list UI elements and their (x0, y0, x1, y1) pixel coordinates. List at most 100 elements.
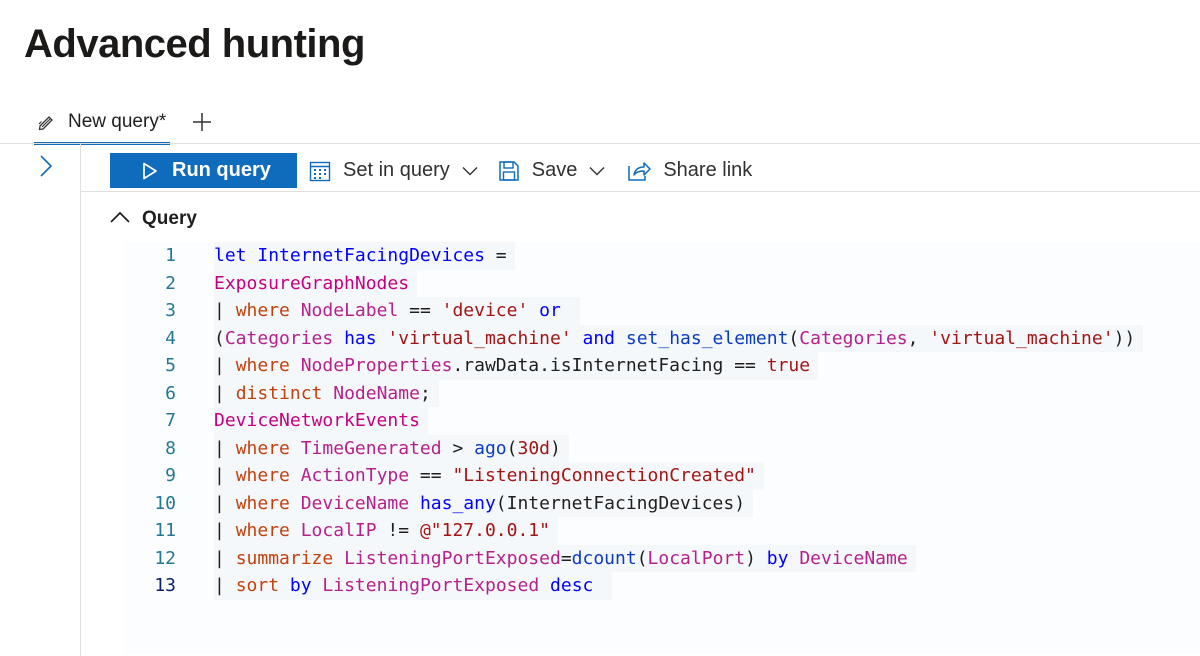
line-number: 3 (165, 300, 176, 321)
code-token: NodeProperties (300, 355, 453, 376)
code-token: != (376, 520, 420, 541)
code-token: set_has_element (625, 327, 789, 349)
code-token: NodeLabel (300, 300, 399, 321)
code-token: by (289, 575, 312, 596)
code-token: | (214, 547, 236, 569)
code-token: ; (419, 382, 431, 404)
code-token: dcount (571, 547, 637, 569)
share-link-button[interactable]: Share link (627, 153, 752, 188)
chevron-up-icon (110, 210, 130, 228)
code-token: distinct (235, 382, 323, 404)
line-number: 11 (154, 520, 176, 541)
code-token: DeviceName (300, 492, 410, 514)
expand-panel-button[interactable] (36, 154, 56, 181)
share-icon (627, 160, 652, 182)
set-in-query-button[interactable]: Set in query (309, 153, 478, 188)
chevron-down-icon (589, 166, 605, 176)
code-token: Categories (799, 327, 908, 349)
code-token: ( (506, 437, 518, 459)
line-number: 7 (165, 410, 176, 431)
code-token: where (235, 520, 290, 541)
tab-label: New query* (68, 111, 167, 132)
line-number: 10 (154, 492, 176, 514)
run-query-button[interactable]: Run query (110, 153, 297, 188)
code-token: ) (745, 547, 767, 569)
code-token: .rawData.isInternetFacing == (452, 355, 767, 376)
code-token: == (409, 465, 453, 486)
code-text: ExposureGraphNodes (214, 269, 418, 297)
code-token: where (235, 355, 290, 376)
code-token: or (539, 300, 561, 321)
code-text: | where TimeGenerated > ago(30d) (214, 434, 569, 462)
code-text: | distinct NodeName; (214, 379, 439, 407)
code-text: | sort by ListeningPortExposed desc (214, 572, 613, 600)
code-token: | (214, 520, 236, 541)
code-token: ( (636, 547, 648, 569)
toolbar: Run query Set in query Save Share link (110, 153, 752, 188)
toolbar-divider (81, 191, 1200, 192)
query-section-toggle[interactable]: Query (110, 205, 197, 233)
code-token: > (441, 437, 475, 459)
line-number: 9 (165, 465, 176, 486)
code-token: ExposureGraphNodes (214, 272, 410, 294)
code-token: == (398, 300, 442, 321)
line-number: 4 (165, 327, 176, 349)
set-in-query-label: Set in query (343, 159, 450, 181)
query-editor[interactable]: 1 let InternetFacingDevices = 2 ExposureGra… (124, 242, 1200, 654)
plus-icon[interactable] (190, 110, 214, 134)
code-token: sort (235, 575, 280, 596)
code-token: | (214, 300, 236, 321)
tabs-divider (0, 143, 1200, 144)
line-number: 1 (165, 245, 176, 266)
code-token: | (214, 465, 236, 486)
left-rail (0, 144, 81, 656)
code-token: where (235, 465, 290, 486)
calendar-icon (309, 160, 331, 182)
tab-new-query[interactable]: New query* (34, 104, 171, 145)
line-number: 12 (154, 547, 176, 569)
code-token: where (235, 492, 290, 514)
code-token: )) (1113, 327, 1136, 349)
code-token: | (214, 355, 236, 376)
code-token: | (214, 382, 236, 404)
query-tabs: New query* (34, 104, 214, 145)
code-token: 30d (517, 437, 550, 459)
code-token: , (907, 327, 930, 349)
code-token: summarize (235, 547, 334, 569)
line-number: 8 (165, 437, 176, 459)
save-label: Save (531, 159, 578, 181)
save-button[interactable]: Save (498, 153, 606, 188)
code-token: = (495, 245, 507, 266)
code-token: ) (550, 437, 561, 459)
code-token: DeviceNetworkEvents (214, 410, 420, 431)
code-token: ActionType (300, 465, 410, 486)
code-token: LocalPort (647, 547, 746, 569)
query-section-label: Query (142, 208, 197, 229)
code-token: let (214, 245, 247, 266)
code-text: | where NodeLabel == 'device' or (214, 297, 580, 325)
code-token: by (766, 547, 789, 569)
code-token: (InternetFacingDevices) (495, 492, 746, 514)
code-token: has (344, 327, 377, 349)
edit-icon (36, 111, 58, 133)
code-token: DeviceName (799, 547, 908, 569)
code-token: ( (214, 327, 225, 349)
code-token: NodeName (333, 382, 420, 404)
code-token: has_any (419, 492, 496, 514)
code-text: | summarize ListeningPortExposed=dcount(… (214, 544, 916, 572)
code-token: | (214, 492, 236, 514)
code-token: where (235, 437, 290, 459)
